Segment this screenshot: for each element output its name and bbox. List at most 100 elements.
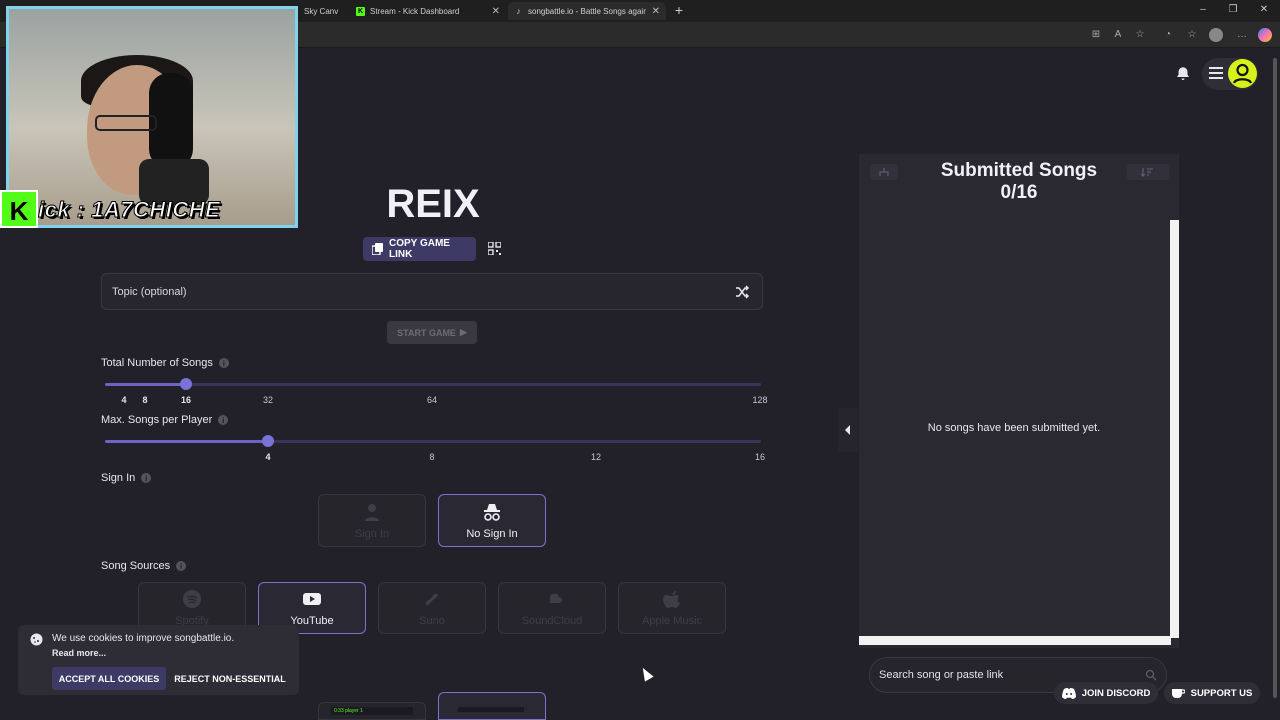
person-icon: [365, 503, 379, 521]
maximize-button[interactable]: ❐: [1226, 4, 1240, 15]
play-icon: ▶: [459, 327, 467, 337]
max-songs-label: Max. Songs per Player i: [101, 414, 229, 426]
tab-label: Stream - Kick Dashboard: [370, 6, 460, 16]
incognito-icon: [484, 503, 500, 521]
read-aloud-icon[interactable]: A: [1112, 29, 1124, 40]
close-tab-icon[interactable]: ✕: [343, 6, 344, 17]
join-discord-label: JOIN DISCORD: [1081, 687, 1151, 699]
info-icon[interactable]: i: [218, 358, 229, 368]
kick-channel-name: ick : 1A7CHICHE: [37, 197, 221, 223]
accept-all-cookies-button[interactable]: ACCEPT ALL COOKIES: [52, 667, 166, 690]
favorites-icon[interactable]: ☆: [1186, 29, 1198, 40]
tab-label: songbattle.io - Battle Songs again: [528, 6, 646, 16]
source-suno[interactable]: Suno: [378, 582, 486, 634]
source-suno-label: Suno: [419, 615, 445, 627]
topic-input[interactable]: [101, 273, 763, 310]
kick-favicon-icon: K: [356, 6, 365, 16]
max-songs-tick: 4: [265, 452, 271, 462]
source-apple-music[interactable]: Apple Music: [618, 582, 726, 634]
cookie-read-more-link[interactable]: Read more...: [52, 648, 106, 658]
spotify-icon: [183, 590, 201, 608]
copy-game-link-button[interactable]: COPY GAME LINK: [363, 237, 476, 261]
sign-in-option-label: Sign In: [354, 527, 390, 540]
coffee-icon: [1171, 688, 1185, 698]
webcam-overlay: [6, 6, 298, 228]
search-icon[interactable]: [1145, 669, 1157, 681]
no-sign-in-option-label: No Sign In: [466, 527, 518, 540]
user-icon: [1232, 63, 1253, 84]
minimize-button[interactable]: –: [1196, 4, 1210, 15]
total-songs-tick: 8: [142, 395, 148, 405]
max-songs-tick: 8: [429, 452, 435, 462]
glasses: [95, 115, 157, 131]
sort-button[interactable]: [1127, 164, 1169, 180]
close-tab-icon[interactable]: ✕: [492, 6, 500, 17]
close-tab-icon[interactable]: ✕: [652, 6, 660, 17]
copilot-icon[interactable]: [1258, 28, 1272, 42]
empty-songs-message: No songs have been submitted yet.: [927, 422, 1101, 434]
max-songs-tick: 16: [754, 452, 766, 462]
kick-logo: K: [0, 190, 38, 228]
copy-icon: [372, 243, 383, 255]
support-us-button[interactable]: SUPPORT US: [1164, 682, 1260, 704]
suno-icon: [426, 593, 438, 606]
info-icon[interactable]: i: [141, 473, 152, 483]
total-songs-label-text: Total Number of Songs: [101, 357, 213, 369]
join-discord-button[interactable]: JOIN DISCORD: [1054, 682, 1158, 704]
copy-game-link-label: COPY GAME LINK: [389, 238, 450, 260]
bell-icon[interactable]: [1174, 65, 1192, 83]
shuffle-icon[interactable]: [735, 285, 749, 299]
max-songs-slider-thumb[interactable]: [262, 435, 274, 447]
favorite-star-icon[interactable]: ☆: [1134, 29, 1146, 40]
tab-sky-canvas[interactable]: Sky Canv ✕: [298, 2, 344, 20]
source-soundcloud[interactable]: SoundCloud: [498, 582, 606, 634]
page-scrollbar[interactable]: [1270, 48, 1280, 720]
info-icon[interactable]: i: [176, 561, 187, 571]
total-songs-slider-thumb[interactable]: [180, 378, 192, 390]
cookie-icon: [30, 633, 43, 646]
game-mode-preview: [458, 707, 524, 712]
total-songs-slider-fill: [105, 383, 186, 386]
cookie-message: We use cookies to improve songbattle.io.: [52, 633, 235, 644]
panel-collapse-button[interactable]: [838, 408, 858, 452]
browser-profile-avatar[interactable]: [1209, 28, 1223, 42]
split-screen-icon[interactable]: ⊞: [1090, 29, 1102, 40]
sort-icon: [1140, 168, 1153, 177]
panel-title: Submitted Songs: [940, 160, 1098, 181]
extension-icon[interactable]: ◔: [1162, 29, 1174, 40]
more-options-icon[interactable]: …: [1236, 29, 1248, 40]
support-us-label: SUPPORT US: [1190, 687, 1253, 699]
user-avatar[interactable]: [1228, 59, 1257, 88]
page-title: REIX: [386, 182, 480, 226]
game-mode-preview: 0:33 player 1: [331, 707, 413, 715]
source-apple-music-label: Apple Music: [642, 615, 702, 627]
bracket-icon: [879, 168, 889, 176]
hamburger-icon[interactable]: [1209, 67, 1223, 79]
source-youtube-label: YouTube: [290, 615, 334, 627]
new-tab-button[interactable]: +: [672, 2, 686, 18]
sign-in-label: Sign In i: [101, 472, 152, 484]
tab-songbattle[interactable]: ♪ songbattle.io - Battle Songs again ✕: [508, 2, 666, 20]
soundcloud-icon: [544, 593, 562, 603]
max-songs-label-text: Max. Songs per Player: [101, 414, 213, 426]
sign-in-option[interactable]: Sign In: [318, 494, 426, 547]
bracket-view-button[interactable]: [870, 164, 898, 180]
reject-non-essential-button[interactable]: REJECT NON-ESSENTIAL: [174, 667, 286, 690]
submitted-count: 0/16: [1000, 182, 1038, 203]
total-songs-tick: 4: [121, 395, 127, 405]
start-game-button[interactable]: START GAME ▶: [387, 321, 477, 344]
info-icon[interactable]: i: [218, 415, 229, 425]
no-sign-in-option[interactable]: No Sign In: [438, 494, 546, 547]
panel-vertical-scrollbar[interactable]: [1170, 220, 1179, 638]
total-songs-slider-track[interactable]: [105, 383, 761, 386]
game-mode-option-selected[interactable]: [438, 692, 546, 720]
youtube-icon: [303, 593, 321, 605]
panel-horizontal-scrollbar[interactable]: [859, 636, 1171, 645]
qr-code-icon[interactable]: [488, 242, 501, 255]
caret-left-icon: [845, 425, 850, 435]
tab-kick-dashboard[interactable]: K Stream - Kick Dashboard ✕: [350, 2, 506, 20]
song-sources-label-text: Song Sources: [101, 560, 171, 572]
close-window-button[interactable]: ✕: [1257, 4, 1271, 15]
sign-in-label-text: Sign In: [101, 472, 136, 484]
submitted-songs-panel: [859, 154, 1179, 648]
